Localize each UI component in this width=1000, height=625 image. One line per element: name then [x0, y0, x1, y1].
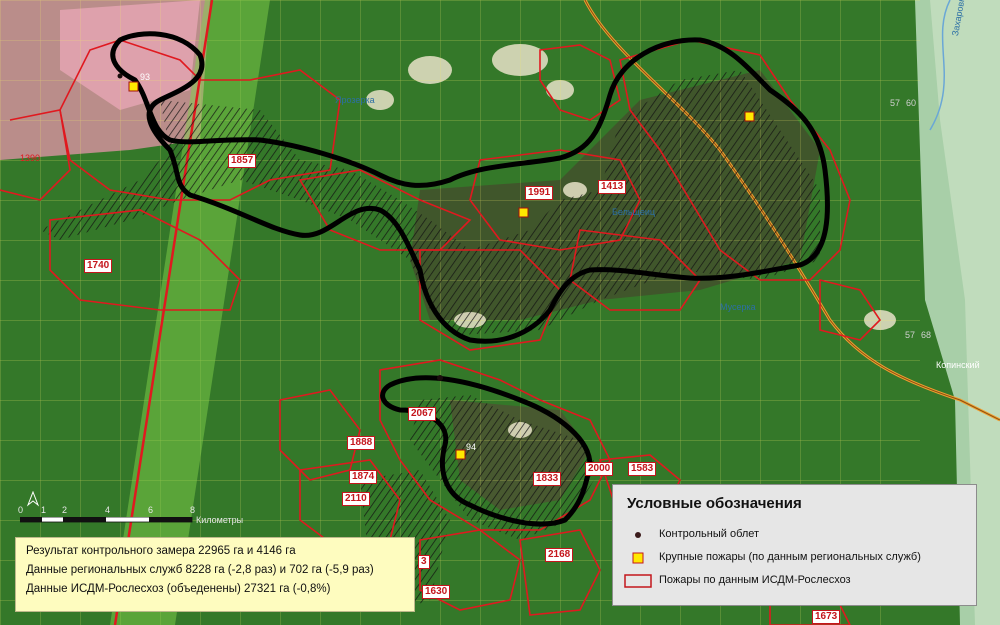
fire-label[interactable]: 2110 — [342, 492, 370, 506]
fire-label[interactable]: 2168 — [545, 548, 574, 562]
fire-label[interactable]: 2067 — [408, 407, 437, 421]
fire-label[interactable]: 1888 — [347, 436, 376, 450]
map-view[interactable]: 1857 1413 1991 1740 2067 1888 1874 2110 … — [0, 0, 1000, 625]
fire-label[interactable]: 1857 — [228, 154, 257, 168]
fire-label[interactable]: 1874 — [349, 470, 378, 484]
scale-tick-label: 0 — [18, 505, 24, 515]
fire-label[interactable]: 1833 — [533, 472, 562, 486]
grid-number: 1390 — [20, 153, 41, 163]
grid-number: 68 — [921, 330, 932, 340]
scale-tick-label: 6 — [148, 505, 154, 515]
grid-number: 60 — [906, 98, 917, 108]
fire-label[interactable]: 1413 — [598, 180, 627, 194]
legend-label: Пожары по данным ИСДМ-Рослесхоз — [659, 574, 851, 586]
legend-label: Контрольный облет — [659, 528, 760, 540]
scale-tick-label: 2 — [62, 505, 68, 515]
large-fire-number: 94 — [466, 442, 477, 452]
scale-tick-label: 1 — [41, 505, 47, 515]
grid-number: 57 — [890, 98, 901, 108]
scale-bar-graphic — [20, 517, 193, 523]
grid-number: 57 — [905, 330, 916, 340]
scale-tick-label: 4 — [105, 505, 111, 515]
fire-label[interactable]: 1673 — [812, 610, 841, 624]
summary-line: Данные ИСДМ-Рослесхоз (объеденены) 27321… — [26, 583, 331, 595]
fire-label[interactable]: 1630 — [422, 585, 451, 599]
summary-line: Данные региональных служб 8228 га (-2,8 … — [26, 564, 374, 576]
legend-title: Условные обозначения — [627, 495, 802, 512]
place-name: Ярозерка — [335, 95, 375, 105]
fire-label[interactable]: 3 — [418, 555, 430, 569]
fire-label[interactable]: 1991 — [525, 186, 554, 200]
measurement-summary-box: Результат контрольного замера 22965 га и… — [15, 537, 415, 612]
scale-tick-label: 8 — [190, 505, 196, 515]
map-legend: Условные обозначения Контрольный облет К… — [612, 484, 977, 606]
place-name: Бельщеиц — [612, 207, 656, 217]
scale-bar: 0 1 2 4 6 8 Километры — [18, 505, 268, 527]
fire-label[interactable]: 2000 — [585, 462, 614, 476]
scale-unit: Километры — [196, 515, 244, 525]
place-name: Мусерка — [720, 302, 756, 312]
large-fire-icon — [632, 552, 644, 564]
control-point-icon — [635, 532, 641, 538]
place-name: Копинский — [936, 360, 980, 370]
fire-label[interactable]: 1740 — [84, 259, 113, 273]
summary-line: Результат контрольного замера 22965 га и… — [26, 545, 296, 557]
isdm-polygon-icon — [624, 574, 652, 588]
fire-label[interactable]: 1583 — [628, 462, 657, 476]
large-fire-number: 93 — [140, 72, 151, 82]
legend-label: Крупные пожары (по данным региональных с… — [659, 551, 921, 563]
